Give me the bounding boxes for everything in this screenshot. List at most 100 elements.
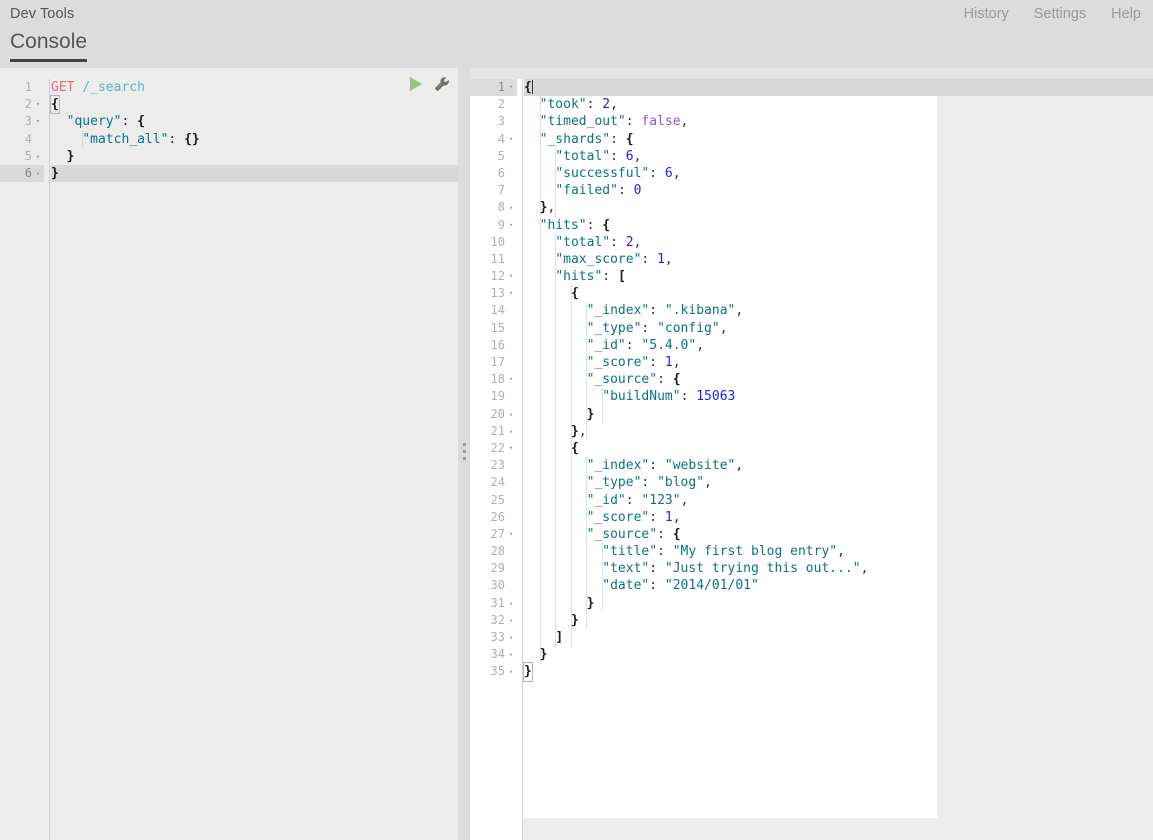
fold-open-icon[interactable]: ▾	[505, 285, 517, 302]
gutter-line-13[interactable]: 13▾	[470, 285, 517, 302]
code-line[interactable]: "hits": [	[524, 268, 1153, 285]
pane-resize-handle[interactable]	[458, 68, 470, 840]
code-line[interactable]: {	[51, 96, 458, 113]
gutter-line-9[interactable]: 9▾	[470, 217, 517, 234]
nav-link-help[interactable]: Help	[1111, 6, 1141, 22]
fold-open-icon[interactable]: ▾	[505, 131, 517, 148]
response-pane[interactable]: 1▾234▾5678▴9▾101112▾13▾1415161718▾1920▴2…	[470, 68, 1153, 840]
gutter-line-14[interactable]: 14	[470, 302, 517, 319]
code-line[interactable]: {	[524, 79, 1153, 96]
code-line[interactable]: "total": 6,	[524, 148, 1153, 165]
gutter-line-11[interactable]: 11	[470, 251, 517, 268]
gutter-line-6[interactable]: 6	[470, 165, 517, 182]
play-icon[interactable]	[410, 77, 422, 91]
fold-close-icon[interactable]: ▴	[505, 629, 517, 646]
code-line[interactable]: }	[51, 148, 458, 165]
gutter-line-24[interactable]: 24	[470, 474, 517, 491]
gutter-line-3[interactable]: 3▾	[0, 113, 44, 130]
fold-close-icon[interactable]: ▴	[505, 423, 517, 440]
code-line[interactable]: "date": "2014/01/01"	[524, 577, 1153, 594]
code-line[interactable]: }	[524, 646, 1153, 663]
code-line[interactable]: }	[524, 406, 1153, 423]
code-line[interactable]: "total": 2,	[524, 234, 1153, 251]
response-editor-content[interactable]: { "took": 2, "timed_out": false, "_shard…	[524, 79, 1153, 840]
fold-close-icon[interactable]: ▴	[505, 612, 517, 629]
code-line[interactable]: {	[524, 285, 1153, 302]
fold-open-icon[interactable]: ▾	[505, 440, 517, 457]
fold-close-icon[interactable]: ▴	[505, 595, 517, 612]
fold-open-icon[interactable]: ▾	[505, 79, 517, 96]
code-line[interactable]: "query": {	[51, 113, 458, 130]
gutter-line-34[interactable]: 34▴	[470, 646, 517, 663]
code-line[interactable]: },	[524, 199, 1153, 216]
fold-open-icon[interactable]: ▾	[505, 217, 517, 234]
fold-close-icon[interactable]: ▴	[32, 165, 44, 182]
code-line[interactable]: }	[524, 663, 1153, 680]
gutter-line-5[interactable]: 5▴	[0, 148, 44, 165]
response-editor-gutter[interactable]: 1▾234▾5678▴9▾101112▾13▾1415161718▾1920▴2…	[470, 79, 523, 840]
code-line[interactable]: }	[51, 165, 458, 182]
code-line[interactable]: "buildNum": 15063	[524, 388, 1153, 405]
gutter-line-32[interactable]: 32▴	[470, 612, 517, 629]
fold-open-icon[interactable]: ▾	[32, 113, 44, 130]
fold-open-icon[interactable]: ▾	[505, 526, 517, 543]
gutter-line-35[interactable]: 35▴	[470, 663, 517, 680]
code-line[interactable]: "title": "My first blog entry",	[524, 543, 1153, 560]
code-line[interactable]: "_index": "website",	[524, 457, 1153, 474]
nav-link-history[interactable]: History	[964, 6, 1009, 22]
code-line[interactable]: },	[524, 423, 1153, 440]
gutter-line-21[interactable]: 21▴	[470, 423, 517, 440]
fold-close-icon[interactable]: ▴	[32, 148, 44, 165]
code-line[interactable]: "_type": "config",	[524, 320, 1153, 337]
gutter-line-20[interactable]: 20▴	[470, 406, 517, 423]
code-line[interactable]: "_index": ".kibana",	[524, 302, 1153, 319]
fold-open-icon[interactable]: ▾	[32, 96, 44, 113]
gutter-line-16[interactable]: 16	[470, 337, 517, 354]
gutter-line-18[interactable]: 18▾	[470, 371, 517, 388]
nav-link-settings[interactable]: Settings	[1034, 6, 1086, 22]
gutter-line-27[interactable]: 27▾	[470, 526, 517, 543]
code-line[interactable]: "_id": "5.4.0",	[524, 337, 1153, 354]
gutter-line-1[interactable]: 1▾	[470, 79, 517, 96]
code-line[interactable]: "_source": {	[524, 371, 1153, 388]
gutter-line-19[interactable]: 19	[470, 388, 517, 405]
gutter-line-31[interactable]: 31▴	[470, 595, 517, 612]
code-line[interactable]: "_score": 1,	[524, 354, 1153, 371]
code-line[interactable]: GET /_search	[51, 79, 458, 96]
code-line[interactable]: ]	[524, 629, 1153, 646]
gutter-line-33[interactable]: 33▴	[470, 629, 517, 646]
gutter-line-12[interactable]: 12▾	[470, 268, 517, 285]
code-line[interactable]: "_type": "blog",	[524, 474, 1153, 491]
request-editor-gutter[interactable]: 12▾3▾45▴6▴	[0, 79, 50, 840]
code-line[interactable]: "_id": "123",	[524, 492, 1153, 509]
request-editor-content[interactable]: GET /_search{ "query": { "match_all": {}…	[51, 79, 458, 840]
code-line[interactable]: "match_all": {}	[51, 131, 458, 148]
fold-open-icon[interactable]: ▾	[505, 268, 517, 285]
gutter-line-2[interactable]: 2	[470, 96, 517, 113]
gutter-line-28[interactable]: 28	[470, 543, 517, 560]
gutter-line-2[interactable]: 2▾	[0, 96, 44, 113]
gutter-line-3[interactable]: 3	[470, 113, 517, 130]
gutter-line-22[interactable]: 22▾	[470, 440, 517, 457]
gutter-line-4[interactable]: 4	[0, 131, 44, 148]
gutter-line-23[interactable]: 23	[470, 457, 517, 474]
gutter-line-6[interactable]: 6▴	[0, 165, 44, 182]
gutter-line-17[interactable]: 17	[470, 354, 517, 371]
code-line[interactable]: "_score": 1,	[524, 509, 1153, 526]
gutter-line-7[interactable]: 7	[470, 182, 517, 199]
fold-close-icon[interactable]: ▴	[505, 406, 517, 423]
gutter-line-26[interactable]: 26	[470, 509, 517, 526]
gutter-line-10[interactable]: 10	[470, 234, 517, 251]
code-line[interactable]: }	[524, 595, 1153, 612]
gutter-line-5[interactable]: 5	[470, 148, 517, 165]
fold-open-icon[interactable]: ▾	[505, 371, 517, 388]
gutter-line-15[interactable]: 15	[470, 320, 517, 337]
code-line[interactable]: "timed_out": false,	[524, 113, 1153, 130]
code-line[interactable]: "took": 2,	[524, 96, 1153, 113]
gutter-line-30[interactable]: 30	[470, 577, 517, 594]
gutter-line-1[interactable]: 1	[0, 79, 44, 96]
fold-close-icon[interactable]: ▴	[505, 663, 517, 680]
code-line[interactable]: "text": "Just trying this out...",	[524, 560, 1153, 577]
tab-console[interactable]: Console	[10, 29, 87, 62]
code-line[interactable]: "max_score": 1,	[524, 251, 1153, 268]
